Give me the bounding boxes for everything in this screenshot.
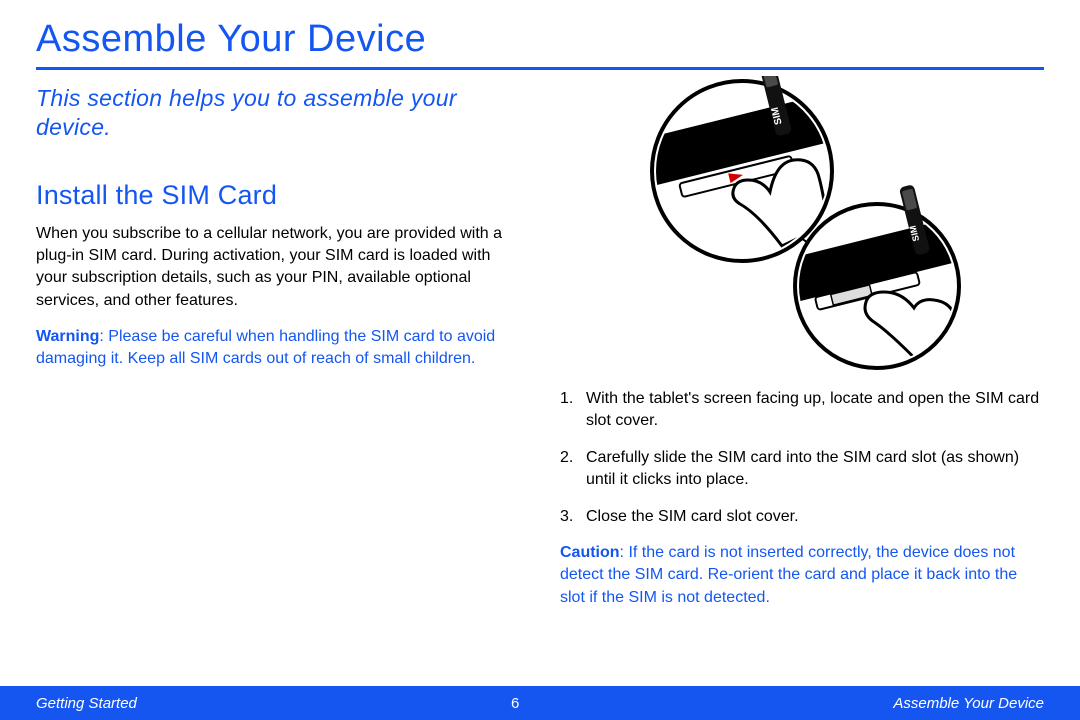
- step-text: Carefully slide the SIM card into the SI…: [586, 447, 1044, 492]
- right-column: SIM: [560, 84, 1044, 623]
- intro-text: This section helps you to assemble your …: [36, 84, 520, 142]
- step-2: 2. Carefully slide the SIM card into the…: [560, 447, 1044, 492]
- page-title: Assemble Your Device: [0, 0, 1080, 67]
- title-rule: [36, 67, 1044, 70]
- paragraph-1: When you subscribe to a cellular network…: [36, 223, 520, 313]
- sim-install-illustration: SIM: [560, 76, 1044, 376]
- step-1: 1. With the tablet's screen facing up, l…: [560, 388, 1044, 433]
- warning-paragraph: Warning: Please be careful when handling…: [36, 326, 520, 371]
- content-area: This section helps you to assemble your …: [0, 84, 1080, 623]
- step-number: 1.: [560, 388, 586, 433]
- footer-right: Assemble Your Device: [893, 695, 1044, 712]
- sim-diagram-icon: SIM: [632, 76, 972, 376]
- left-column: This section helps you to assemble your …: [36, 84, 520, 623]
- step-3: 3. Close the SIM card slot cover.: [560, 506, 1044, 528]
- caution-paragraph: Caution: If the card is not inserted cor…: [560, 542, 1044, 609]
- warning-label: Warning: [36, 328, 99, 345]
- footer-left: Getting Started: [36, 695, 137, 712]
- page-footer: Getting Started 6 Assemble Your Device: [0, 686, 1080, 720]
- section-heading: Install the SIM Card: [36, 180, 520, 211]
- step-text: Close the SIM card slot cover.: [586, 506, 799, 528]
- warning-text: : Please be careful when handling the SI…: [36, 328, 495, 367]
- caution-text: : If the card is not inserted correctly,…: [560, 544, 1017, 606]
- step-number: 3.: [560, 506, 586, 528]
- step-text: With the tablet's screen facing up, loca…: [586, 388, 1044, 433]
- install-steps: 1. With the tablet's screen facing up, l…: [560, 388, 1044, 528]
- caution-label: Caution: [560, 544, 620, 561]
- footer-page-number: 6: [137, 695, 893, 712]
- step-number: 2.: [560, 447, 586, 492]
